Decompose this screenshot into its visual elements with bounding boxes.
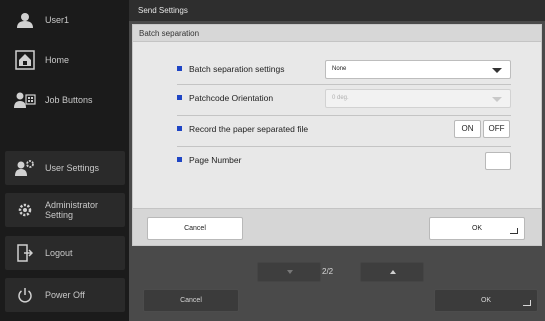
batch-separation-select[interactable]: None bbox=[325, 60, 511, 79]
user-account[interactable]: User1 bbox=[5, 3, 125, 37]
patchcode-orientation-select[interactable]: 0 deg. bbox=[325, 89, 511, 108]
setting-label: Record the paper separated file bbox=[189, 124, 309, 134]
setting-label: Batch separation settings bbox=[189, 64, 285, 74]
page-down-button[interactable] bbox=[257, 262, 321, 282]
user-settings-icon bbox=[11, 159, 39, 177]
cancel-button[interactable]: Cancel bbox=[143, 289, 239, 312]
panel-footer: Cancel OK bbox=[133, 208, 541, 245]
sidebar-item-label: Power Off bbox=[45, 290, 85, 300]
setting-row-record-separated-file: Record the paper separated file ON OFF bbox=[177, 119, 511, 141]
setting-row-patchcode-orientation: Patchcode Orientation 0 deg. bbox=[177, 88, 511, 110]
sidebar-item-label: Logout bbox=[45, 248, 73, 258]
sidebar-item-administrator-setting[interactable]: Administrator Setting bbox=[5, 193, 125, 227]
sidebar-item-job-buttons[interactable]: Job Buttons bbox=[5, 83, 125, 117]
chevron-up-icon bbox=[390, 270, 396, 274]
user-icon bbox=[11, 12, 39, 28]
panel-cancel-button[interactable]: Cancel bbox=[147, 217, 243, 240]
sidebar-item-home[interactable]: Home bbox=[5, 43, 125, 77]
on-button[interactable]: ON bbox=[454, 120, 481, 138]
sidebar-item-label: Administrator Setting bbox=[45, 200, 98, 220]
ok-label: OK bbox=[471, 225, 483, 232]
divider bbox=[177, 84, 511, 85]
sidebar-item-label: User Settings bbox=[45, 163, 100, 173]
ok-label: OK bbox=[480, 297, 492, 304]
setting-row-batch-separation: Batch separation settings None bbox=[177, 59, 511, 81]
main-area: Send Settings Batch separation Batch sep… bbox=[129, 0, 545, 321]
gear-icon bbox=[11, 202, 39, 218]
select-value: 0 deg. bbox=[332, 95, 349, 101]
enter-icon bbox=[510, 228, 518, 234]
divider bbox=[177, 115, 511, 116]
admin-label-line2: Setting bbox=[45, 210, 74, 220]
divider bbox=[177, 146, 511, 147]
setting-label: Patchcode Orientation bbox=[189, 93, 274, 103]
page-number-checkbox[interactable] bbox=[485, 152, 511, 170]
panel-title: Batch separation bbox=[133, 25, 541, 42]
sidebar-item-label: Job Buttons bbox=[45, 95, 93, 105]
page-up-button[interactable] bbox=[360, 262, 424, 282]
app-window: User1 Home Job Buttons User Settings Adm… bbox=[0, 0, 545, 321]
page-indicator: 2/2 bbox=[322, 267, 334, 276]
chevron-down-icon bbox=[492, 68, 502, 73]
sidebar-item-power-off[interactable]: Power Off bbox=[5, 278, 125, 312]
sidebar-item-label: Home bbox=[45, 55, 70, 65]
power-icon bbox=[11, 287, 39, 303]
panel-ok-button[interactable]: OK bbox=[429, 217, 525, 240]
bullet-icon bbox=[177, 157, 182, 162]
setting-row-page-number: Page Number bbox=[177, 150, 511, 172]
chevron-down-icon bbox=[492, 97, 502, 102]
sidebar-item-user-settings[interactable]: User Settings bbox=[5, 151, 125, 185]
user-name: User1 bbox=[45, 15, 70, 25]
bullet-icon bbox=[177, 66, 182, 71]
ok-button[interactable]: OK bbox=[434, 289, 538, 312]
home-icon bbox=[11, 50, 39, 70]
page-title: Send Settings bbox=[129, 0, 545, 21]
select-value: None bbox=[332, 66, 347, 72]
bullet-icon bbox=[177, 95, 182, 100]
batch-separation-panel: Batch separation Batch separation settin… bbox=[132, 24, 542, 246]
off-button[interactable]: OFF bbox=[483, 120, 510, 138]
admin-label-line1: Administrator bbox=[45, 200, 99, 210]
bullet-icon bbox=[177, 126, 182, 131]
sidebar: User1 Home Job Buttons User Settings Adm… bbox=[0, 0, 129, 321]
sidebar-item-logout[interactable]: Logout bbox=[5, 236, 125, 270]
logout-icon bbox=[11, 244, 39, 262]
chevron-down-icon bbox=[287, 270, 293, 274]
job-buttons-icon bbox=[11, 91, 39, 109]
enter-icon bbox=[523, 300, 531, 306]
setting-label: Page Number bbox=[189, 155, 242, 165]
